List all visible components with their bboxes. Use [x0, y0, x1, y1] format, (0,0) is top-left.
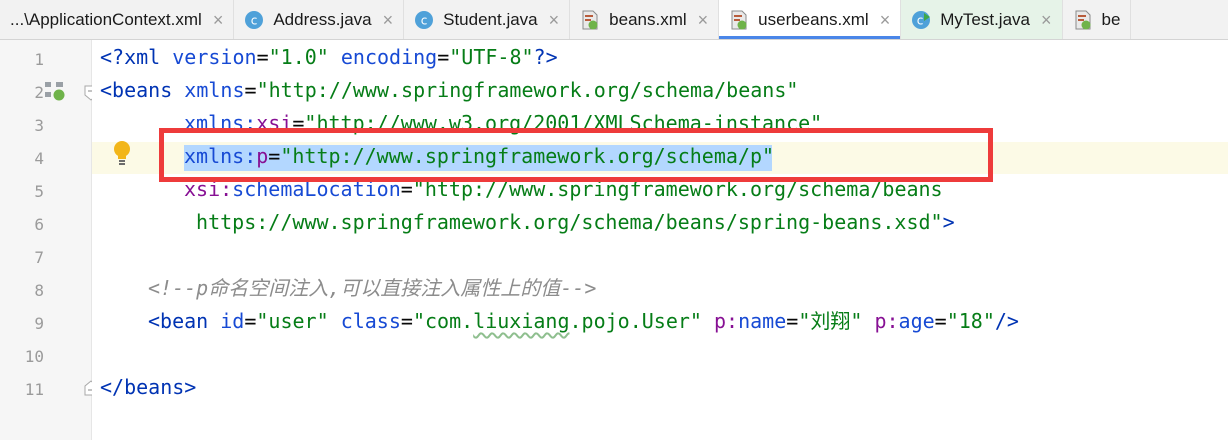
java-class-icon: c	[245, 10, 264, 29]
tab-mytest-java[interactable]: c MyTest.java ×	[901, 0, 1063, 39]
line-number: 7	[34, 248, 44, 267]
tab-applicationcontext-xml[interactable]: ...\ApplicationContext.xml ×	[0, 0, 235, 39]
lightbulb-icon[interactable]	[112, 140, 132, 166]
code-line-8-comment: <!--p命名空间注入,可以直接注入属性上的值-->	[148, 276, 597, 300]
code-line-9: <bean id="user" class="com.liuxiang.pojo…	[148, 309, 1019, 333]
red-highlight-box	[159, 128, 993, 182]
code-line-11: </beans>	[100, 375, 197, 399]
tab-label: ...\ApplicationContext.xml	[10, 9, 202, 29]
code-line-6: https://www.springframework.org/schema/b…	[184, 210, 955, 234]
line-number: 3	[34, 116, 44, 135]
code-line-2: <beans xmlns="http://www.springframework…	[100, 78, 799, 102]
line-number: 8	[34, 281, 44, 300]
editor-tab-bar: ...\ApplicationContext.xml × c Address.j…	[0, 0, 1228, 40]
tab-student-java[interactable]: c Student.java ×	[404, 0, 571, 39]
line-number: 9	[34, 314, 44, 333]
code-line-1: <?xml version="1.0" encoding="UTF-8"?>	[100, 45, 558, 69]
close-icon[interactable]: ×	[1041, 11, 1052, 29]
java-class-icon: c	[415, 10, 434, 29]
line-number: 2	[34, 83, 44, 102]
spring-xml-icon	[1075, 10, 1090, 29]
close-icon[interactable]: ×	[880, 11, 891, 29]
line-number: 5	[34, 182, 44, 201]
line-number: 11	[24, 380, 44, 399]
typo-squiggle: liuxiang	[473, 309, 570, 333]
spring-xml-icon	[582, 10, 598, 29]
tab-userbeans-xml[interactable]: userbeans.xml ×	[719, 0, 902, 39]
spring-xml-icon	[731, 10, 747, 29]
line-number: 4	[34, 149, 44, 168]
tab-address-java[interactable]: c Address.java ×	[234, 0, 405, 39]
svg-text:c: c	[251, 13, 258, 27]
tab-label: MyTest.java	[940, 9, 1030, 29]
close-icon[interactable]: ×	[698, 11, 709, 29]
svg-text:c: c	[421, 13, 428, 27]
close-icon[interactable]: ×	[549, 11, 560, 29]
tab-label: Student.java	[443, 9, 538, 29]
line-number: 10	[24, 347, 44, 366]
svg-text:c: c	[917, 13, 924, 27]
close-icon[interactable]: ×	[383, 11, 394, 29]
tab-label: userbeans.xml	[758, 9, 869, 29]
spring-beans-gutter-icon[interactable]	[44, 80, 66, 102]
close-icon[interactable]: ×	[213, 11, 224, 29]
tab-beans-xml[interactable]: beans.xml ×	[570, 0, 720, 39]
tab-label: beans.xml	[609, 9, 687, 29]
tab-label: Address.java	[273, 9, 372, 29]
line-number: 6	[34, 215, 44, 234]
tab-label: be	[1101, 9, 1121, 29]
tab-be-truncated[interactable]: be	[1063, 0, 1132, 39]
line-number: 1	[34, 50, 44, 69]
java-test-icon: c	[912, 10, 931, 29]
